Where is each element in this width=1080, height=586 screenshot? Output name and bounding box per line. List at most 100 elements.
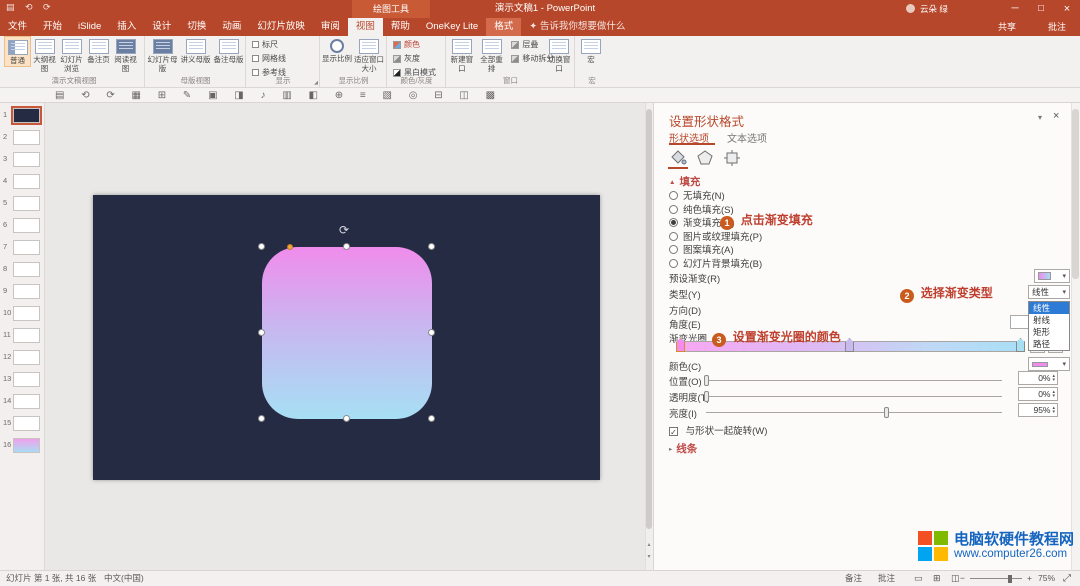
btn-arrange-all[interactable]: 全部重排 — [477, 36, 507, 73]
fill-option-background[interactable]: 幻灯片背景填充(B) — [669, 256, 762, 270]
resize-handle-n[interactable] — [343, 243, 350, 250]
slide-thumbnail[interactable] — [13, 284, 40, 299]
brightness-slider[interactable] — [706, 412, 1002, 413]
position-slider[interactable] — [706, 380, 1002, 381]
zoom-level[interactable]: 75% — [1038, 571, 1055, 586]
slider-handle[interactable] — [704, 375, 709, 386]
tab-slideshow[interactable]: 幻灯片放映 — [249, 18, 313, 36]
check-gridlines[interactable]: 网格线 — [252, 53, 319, 64]
next-slide-icon[interactable]: ▾ — [645, 553, 653, 560]
previous-slide-icon[interactable]: ▴ — [645, 541, 653, 548]
resize-handle-nw[interactable] — [258, 243, 265, 250]
slide-thumbnail[interactable] — [13, 262, 40, 277]
zoom-slider-handle[interactable] — [1008, 575, 1012, 583]
transparency-slider[interactable] — [706, 396, 1002, 397]
stop-color-picker[interactable]: ▾ — [1028, 357, 1070, 371]
tab-transitions[interactable]: 切换 — [179, 18, 214, 36]
tab-file[interactable]: 文件 — [0, 18, 35, 36]
btn-switch-windows[interactable]: 切换窗口 — [544, 36, 574, 73]
tab-design[interactable]: 设计 — [144, 18, 179, 36]
canvas-scrollbar[interactable] — [645, 103, 653, 570]
tab-review[interactable]: 审阅 — [313, 18, 348, 36]
rotate-with-shape-checkbox[interactable]: ✓ 与形状一起旋转(W) — [669, 423, 767, 437]
brightness-spinner[interactable]: 95% ▴▾ — [1018, 403, 1058, 417]
btn-handout-master[interactable]: 讲义母版 — [179, 36, 212, 65]
slide-thumbnail[interactable] — [13, 174, 40, 189]
resize-handle-se[interactable] — [428, 415, 435, 422]
slide-thumbnail[interactable] — [13, 350, 40, 365]
fill-line-icon[interactable] — [669, 149, 687, 167]
quick-access-icons[interactable]: ▤ ⟲ ⟳ ▦ ⊞ ✎ ▣ ◨ ♪ ▥ ◧ ⊕ ≡ ▧ ◎ ⊟ ◫ ▩ — [55, 88, 502, 103]
option-grayscale[interactable]: 灰度 — [393, 53, 445, 64]
slide[interactable]: ⟳ — [93, 195, 600, 480]
close-button[interactable]: × — [1054, 0, 1080, 18]
tab-text-options[interactable]: 文本选项 — [727, 130, 767, 145]
fill-section-header[interactable]: ▲填充 — [669, 174, 700, 189]
slider-handle[interactable] — [704, 391, 709, 402]
btn-new-window[interactable]: 新建窗口 — [447, 36, 477, 73]
slide-thumbnail[interactable] — [13, 196, 40, 211]
slide-thumbnail[interactable] — [13, 416, 40, 431]
line-section-header[interactable]: ▸线条 — [669, 441, 697, 456]
type-option-rectangular[interactable]: 矩形 — [1029, 326, 1069, 338]
pane-close-icon[interactable]: × — [1053, 110, 1059, 122]
tab-insert[interactable]: 插入 — [109, 18, 144, 36]
type-option-linear[interactable]: 线性 — [1029, 302, 1069, 314]
btn-notes-master[interactable]: 备注母版 — [212, 36, 245, 65]
btn-zoom[interactable]: 显示比例 — [321, 36, 353, 64]
btn-slide-master[interactable]: 幻灯片母版 — [146, 36, 179, 73]
size-properties-icon[interactable] — [723, 149, 741, 167]
btn-outline-view[interactable]: 大纲视图 — [31, 36, 58, 73]
minimize-button[interactable]: ─ — [1002, 0, 1028, 18]
zoom-out-icon[interactable]: − — [960, 571, 965, 586]
quick-access-top-icons[interactable]: ▤ ⟲ ⟳ — [6, 2, 55, 13]
dialog-launcher-icon[interactable]: ◢ — [314, 80, 318, 86]
pane-menu-icon[interactable]: ▾ — [1038, 113, 1042, 122]
position-spinner[interactable]: 0% ▴▾ — [1018, 371, 1058, 385]
option-color[interactable]: 颜色 — [393, 39, 445, 50]
scrollbar-thumb[interactable] — [1072, 109, 1079, 279]
scrollbar-thumb[interactable] — [646, 109, 652, 529]
slide-thumbnail[interactable] — [13, 218, 40, 233]
comments-toggle[interactable]: 批注 — [878, 571, 895, 586]
slide-thumbnail[interactable] — [13, 438, 40, 453]
check-ruler[interactable]: 标尺 — [252, 39, 319, 50]
tab-home[interactable]: 开始 — [35, 18, 70, 36]
tab-format[interactable]: 格式 — [486, 18, 521, 36]
btn-move-split[interactable]: 移动拆分 — [511, 53, 544, 64]
slide-thumbnail[interactable] — [13, 328, 40, 343]
btn-normal-view[interactable]: 普通 — [4, 36, 31, 67]
transparency-spinner[interactable]: 0% ▴▾ — [1018, 387, 1058, 401]
btn-notes-page[interactable]: 备注页 — [85, 36, 112, 65]
resize-handle-ne[interactable] — [428, 243, 435, 250]
tab-help[interactable]: 帮助 — [383, 18, 418, 36]
resize-handle-sw[interactable] — [258, 415, 265, 422]
adjust-handle[interactable] — [287, 244, 293, 250]
maximize-button[interactable]: □ — [1028, 0, 1054, 18]
resize-handle-e[interactable] — [428, 329, 435, 336]
gradient-rounded-rectangle[interactable] — [262, 247, 432, 419]
slide-thumbnail[interactable] — [13, 306, 40, 321]
fill-option-picture[interactable]: 图片或纹理填充(P) — [669, 229, 762, 243]
fill-option-none[interactable]: 无填充(N) — [669, 188, 725, 202]
tab-view[interactable]: 视图 — [348, 18, 383, 36]
tab-onekey[interactable]: OneKey Lite — [418, 18, 486, 36]
slider-handle[interactable] — [884, 407, 889, 418]
resize-handle-s[interactable] — [343, 415, 350, 422]
fit-slide-icon[interactable]: ⤢ — [1063, 571, 1071, 586]
btn-cascade[interactable]: 层叠 — [511, 39, 544, 50]
tab-islide[interactable]: iSlide — [70, 18, 109, 36]
preset-gradient-dropdown[interactable]: ▾ — [1034, 269, 1070, 283]
notes-toggle[interactable]: 备注 — [845, 571, 862, 586]
view-mode-icons[interactable]: ▭ ⊞ ◫ — [914, 571, 964, 586]
language-indicator[interactable]: 中文(中国) — [104, 571, 144, 586]
effects-icon[interactable] — [696, 149, 714, 167]
rotate-handle[interactable]: ⟳ — [339, 223, 349, 237]
zoom-slider[interactable] — [970, 578, 1022, 579]
btn-macros[interactable]: 宏 — [576, 36, 606, 65]
slide-thumbnail[interactable] — [13, 108, 40, 123]
slide-thumbnail[interactable] — [13, 372, 40, 387]
zoom-in-icon[interactable]: + — [1027, 571, 1032, 586]
btn-fit-to-window[interactable]: 适应窗口大小 — [353, 36, 385, 73]
btn-reading-view[interactable]: 阅读视图 — [112, 36, 139, 73]
